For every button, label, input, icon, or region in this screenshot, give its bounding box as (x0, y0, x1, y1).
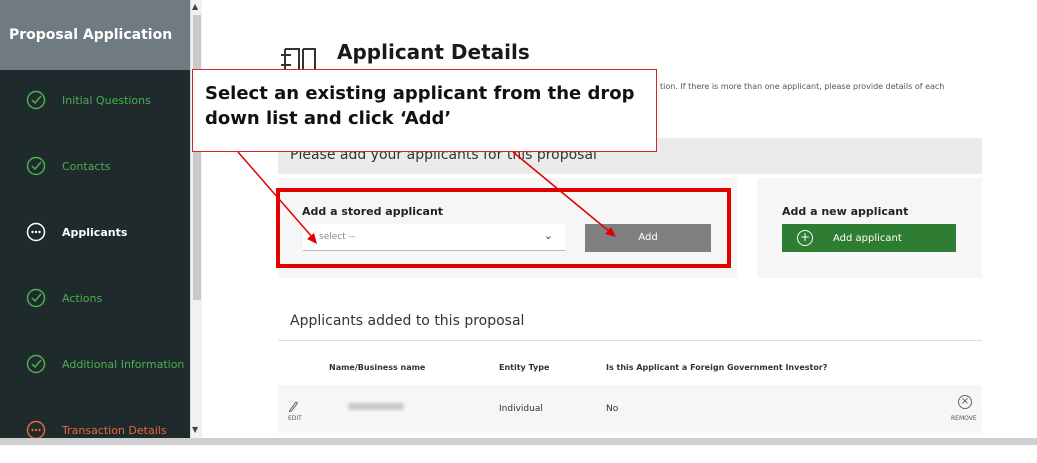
annotation-callout: Select an existing applicant from the dr… (192, 69, 657, 152)
bottom-strip (0, 438, 1037, 445)
annotation-arrows (237, 151, 616, 244)
